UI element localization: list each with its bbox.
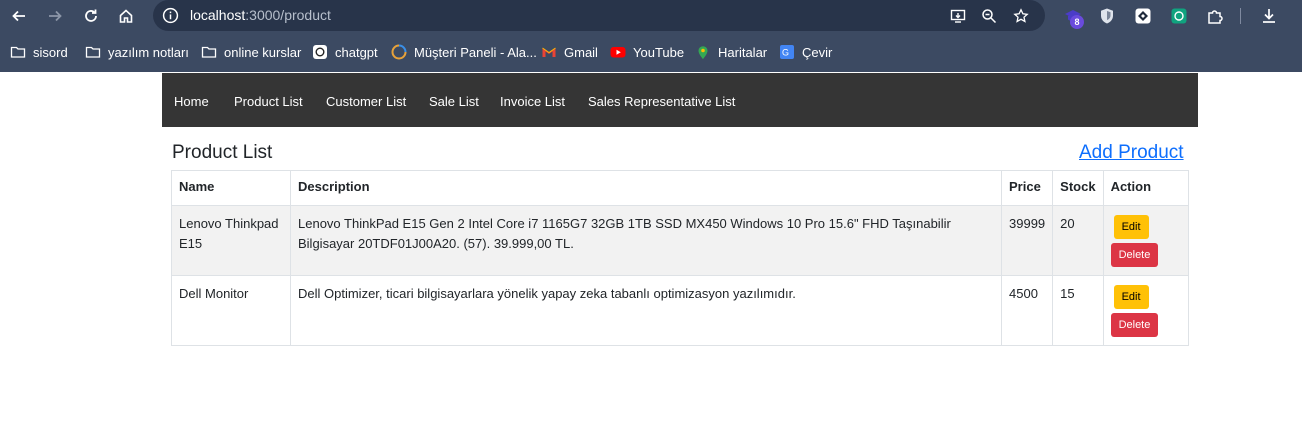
reload-button[interactable] [79,4,103,28]
header-stock: Stock [1052,170,1104,206]
delete-button[interactable]: Delete [1110,313,1159,337]
bookmark-online-kurslar[interactable]: online kurslar [201,42,301,62]
folder-icon [85,44,101,60]
cell-name: Dell Monitor [171,275,291,346]
main-navbar: Home Product List Customer List Sale Lis… [162,73,1198,127]
bookmark-star-icon[interactable] [1011,6,1031,26]
edit-button[interactable]: Edit [1113,285,1149,309]
extension-shield-icon[interactable] [1097,6,1117,26]
bookmark-label: sisord [33,44,68,60]
reload-icon [85,9,97,22]
back-arrow-icon [12,10,25,22]
add-product-link[interactable]: Add Product [1079,142,1184,164]
site-info-icon[interactable] [162,7,179,24]
bookmark-label: YouTube [633,44,685,60]
extensions-puzzle-icon[interactable] [1205,6,1225,26]
nav-invoice-list[interactable]: Invoice List [500,94,565,109]
cell-name: Lenovo Thinkpad E15 [171,205,291,276]
page-title: Product List [172,142,273,163]
nav-sales-representative-list[interactable]: Sales Representative List [588,94,735,109]
maps-icon [695,44,711,60]
bookmark-label: online kurslar [224,44,302,60]
bookmark-sisord[interactable]: sisord [10,42,68,62]
back-button[interactable] [7,4,31,28]
folder-icon [201,44,217,60]
extension-badge: 8 [1070,15,1084,29]
folder-icon [10,44,26,60]
nav-sale-list[interactable]: Sale List [429,94,479,109]
forward-arrow-icon [49,10,62,22]
product-table: Name Description Price Stock Action Leno… [171,170,1190,346]
home-icon [119,9,133,23]
gmail-icon [541,44,557,60]
nav-customer-list[interactable]: Customer List [326,94,406,109]
cell-description: Lenovo ThinkPad E15 Gen 2 Intel Core i7 … [290,205,1002,276]
downloads-icon[interactable] [1259,6,1279,26]
header-description: Description [290,170,1002,206]
bookmark-label: Haritalar [718,44,768,60]
extension-diamond-icon[interactable] [1133,6,1153,26]
bookmark-musteri-paneli[interactable]: Müşteri Paneli - Ala... [391,42,537,62]
cell-price: 39999 [1000,205,1054,276]
bookmark-label: chatgpt [335,44,378,60]
zoom-icon[interactable] [979,6,999,26]
bookmark-gmail[interactable]: Gmail [541,42,598,62]
url-text[interactable]: localhost:3000/product [190,7,331,23]
nav-home[interactable]: Home [174,94,209,109]
header-price: Price [1000,170,1054,206]
cell-stock: 15 [1052,275,1104,346]
bookmark-cevir[interactable]: G Çevir [779,42,832,62]
cell-description: Dell Optimizer, ticari bilgisayarlara yö… [290,275,1002,346]
bookmark-label: Gmail [564,44,598,60]
youtube-icon [610,44,626,60]
translate-icon: G [779,44,795,60]
toolbar-separator [1240,8,1241,24]
svg-text:G: G [782,48,789,58]
forward-button[interactable] [43,4,67,28]
url-path: :3000/product [245,7,331,23]
table-row: Lenovo Thinkpad E15 Lenovo ThinkPad E15 … [171,205,1190,276]
address-bar[interactable]: localhost:3000/product [153,0,1045,31]
nav-product-list[interactable]: Product List [234,94,303,109]
url-host: localhost [190,7,246,23]
bookmarks-bar: sisord yazılım notları online kurslar ch… [0,32,1302,72]
bookmark-label: yazılım notları [108,44,189,60]
delete-button[interactable]: Delete [1110,243,1159,267]
extension-chatgpt-icon[interactable] [1169,6,1189,26]
bookmark-label: Müşteri Paneli - Ala... [414,44,537,60]
edit-button[interactable]: Edit [1113,215,1149,239]
bookmark-chatgpt[interactable]: chatgpt [312,42,378,62]
cell-stock: 20 [1052,205,1104,276]
header-action: Action [1102,170,1190,206]
browser-toolbar: localhost:3000/product 8 [0,0,1302,32]
panel-icon [391,44,407,60]
header-name: Name [171,170,291,206]
bookmark-haritalar[interactable]: Haritalar [695,42,767,62]
cell-action: Edit Delete [1102,275,1190,346]
install-app-icon[interactable] [948,6,968,26]
table-header-row: Name Description Price Stock Action [171,170,1190,206]
bookmark-youtube[interactable]: YouTube [610,42,684,62]
bookmark-yazilim-notlari[interactable]: yazılım notları [85,42,189,62]
cell-action: Edit Delete [1102,205,1190,276]
chatgpt-icon [312,44,328,60]
bookmark-label: Çevir [802,44,833,60]
home-button[interactable] [114,4,138,28]
table-row: Dell Monitor Dell Optimizer, ticari bilg… [171,275,1190,346]
cell-price: 4500 [1000,275,1054,346]
